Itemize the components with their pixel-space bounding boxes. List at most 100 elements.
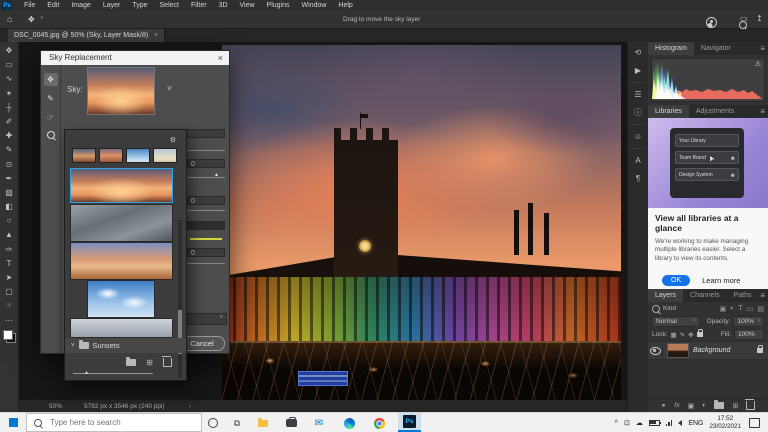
sky-thumbnail-small[interactable] xyxy=(99,148,123,163)
gear-icon[interactable]: ⚙ xyxy=(170,136,176,144)
photoshop-taskbar-button[interactable]: Ps xyxy=(398,413,421,432)
eyedropper-tool[interactable]: ✐ xyxy=(2,115,17,129)
chrome-icon[interactable] xyxy=(372,416,386,430)
ok-button[interactable]: OK xyxy=(662,275,691,286)
new-layer-icon[interactable]: ⊞ xyxy=(732,402,738,410)
filter-search-icon[interactable] xyxy=(652,304,660,313)
language-indicator[interactable]: ENG xyxy=(688,420,703,427)
filter-pixel-icon[interactable]: ▣ xyxy=(720,305,727,313)
output-select[interactable]: ˅ xyxy=(183,313,227,325)
wand-tool[interactable]: ✶ xyxy=(2,87,17,101)
visibility-cell[interactable] xyxy=(648,342,663,359)
delete-sky-icon[interactable] xyxy=(162,356,172,367)
kind-label[interactable]: Kind xyxy=(663,305,676,312)
menu-edit[interactable]: Edit xyxy=(41,0,65,11)
filter-shape-icon[interactable]: ▭ xyxy=(747,305,754,313)
status-chevron-icon[interactable]: › xyxy=(189,403,191,410)
dodge-tool[interactable]: ▲ xyxy=(2,228,17,242)
foreground-color-swatch[interactable] xyxy=(2,329,13,340)
home-icon[interactable]: ⌂ xyxy=(7,14,12,24)
canvas-photo[interactable] xyxy=(222,45,621,400)
menu-window[interactable]: Window xyxy=(296,0,333,11)
tab-paths[interactable]: Paths xyxy=(727,289,759,302)
paragraph-panel-icon[interactable]: ¶ xyxy=(631,172,646,185)
panel-menu-icon[interactable]: ≡ xyxy=(760,42,765,55)
dialog-zoom-tool[interactable] xyxy=(44,130,58,143)
move-tool-icon[interactable]: ✥ xyxy=(28,15,35,24)
taskbar-search[interactable] xyxy=(26,413,202,432)
learn-more-link[interactable]: Learn more xyxy=(702,276,740,285)
tray-expand-icon[interactable]: ^ xyxy=(615,420,618,427)
action-center-icon[interactable] xyxy=(749,418,760,428)
tab-close-icon[interactable]: × xyxy=(154,32,158,39)
clone-stamp-tool[interactable]: ⊙ xyxy=(2,158,17,172)
tab-adjustments[interactable]: Adjustments xyxy=(689,105,742,118)
edge-icon[interactable] xyxy=(342,416,356,430)
menu-3d[interactable]: 3D xyxy=(213,0,234,11)
menu-file[interactable]: File xyxy=(18,0,41,11)
delete-layer-icon[interactable] xyxy=(745,399,756,410)
workspace-icon[interactable]: ▭ xyxy=(740,14,748,23)
type-tool[interactable]: T xyxy=(2,257,17,271)
briefcase-app-icon[interactable] xyxy=(284,416,298,430)
filter-smartobject-icon[interactable]: ▤ xyxy=(757,305,764,313)
panel-menu-icon[interactable]: ≡ xyxy=(760,289,765,302)
account-icon[interactable] xyxy=(706,17,717,28)
lock-position-icon[interactable]: ✥ xyxy=(688,331,693,339)
zoom-level[interactable]: 50% xyxy=(49,403,62,410)
new-group-folder-icon[interactable] xyxy=(126,357,137,366)
tray-app-icon[interactable]: ⊡ xyxy=(624,419,630,427)
path-select-tool[interactable]: ➤ xyxy=(2,271,17,285)
actions-panel-icon[interactable]: ▶ xyxy=(631,64,646,77)
menu-plugins[interactable]: Plugins xyxy=(261,0,296,11)
start-button[interactable] xyxy=(9,418,18,427)
slider-value-field[interactable]: 0 xyxy=(187,248,225,257)
tab-libraries[interactable]: Libraries xyxy=(648,105,689,118)
cortana-icon[interactable] xyxy=(206,416,220,430)
slider-value-field[interactable]: 0 xyxy=(187,159,225,168)
dialog-hand-tool[interactable]: ☞ xyxy=(44,111,58,124)
layer-row-background[interactable]: Background xyxy=(648,341,768,360)
shape-tool[interactable]: ▢ xyxy=(2,285,17,299)
warning-icon[interactable]: ⚠ xyxy=(755,60,761,68)
lock-transparency-icon[interactable]: ▦ xyxy=(671,331,677,339)
yellow-slider[interactable] xyxy=(190,238,222,240)
task-view-icon[interactable]: ⧉ xyxy=(230,416,244,430)
slider-track[interactable] xyxy=(187,177,225,178)
layer-style-icon[interactable]: fx xyxy=(675,402,680,409)
history-brush-tool[interactable]: ✒ xyxy=(2,172,17,186)
tab-histogram[interactable]: Histogram xyxy=(648,42,694,55)
layer-name[interactable]: Background xyxy=(693,347,757,354)
slider-value-field[interactable]: 0 xyxy=(187,196,225,205)
dialog-title-bar[interactable]: Sky Replacement xyxy=(41,51,229,65)
dropdown-scrollbar[interactable] xyxy=(178,220,182,378)
character-panel-icon[interactable]: A xyxy=(631,154,646,167)
zoom-tool[interactable]: ⋯ xyxy=(2,314,17,328)
dialog-close-icon[interactable]: × xyxy=(218,51,223,65)
sky-thumbnail[interactable] xyxy=(87,280,155,318)
slider-track[interactable] xyxy=(187,150,225,151)
sky-thumbnail-selected[interactable] xyxy=(70,168,173,203)
volume-icon[interactable] xyxy=(678,420,683,426)
filter-type-icon[interactable]: T xyxy=(738,305,742,313)
search-input[interactable] xyxy=(48,417,182,428)
share-icon[interactable]: ↥ xyxy=(756,14,763,23)
menu-help[interactable]: Help xyxy=(332,0,358,11)
slider-marker-icon[interactable]: ▴ xyxy=(215,172,218,178)
sky-thumbnail-small[interactable] xyxy=(153,148,177,163)
move-tool[interactable]: ✥ xyxy=(2,44,17,58)
network-icon[interactable] xyxy=(665,420,673,426)
slider-track[interactable] xyxy=(187,210,225,211)
link-layers-icon[interactable]: ⚭ xyxy=(661,402,667,410)
lasso-tool[interactable]: ∿ xyxy=(2,72,17,86)
menu-view[interactable]: View xyxy=(234,0,261,11)
sky-thumbnail[interactable] xyxy=(70,242,173,280)
new-sky-icon[interactable]: ⊞ xyxy=(146,358,153,367)
menu-select[interactable]: Select xyxy=(154,0,185,11)
tab-navigator[interactable]: Navigator xyxy=(694,42,738,55)
color-swatches[interactable] xyxy=(2,329,16,343)
sky-preview-thumbnail[interactable] xyxy=(87,67,155,115)
sky-group-row[interactable]: ˅ Sunsets xyxy=(65,338,186,353)
taskbar-clock[interactable]: 17:52 23/02/2021 xyxy=(709,415,741,431)
properties-panel-icon[interactable]: ☰ xyxy=(631,88,646,101)
